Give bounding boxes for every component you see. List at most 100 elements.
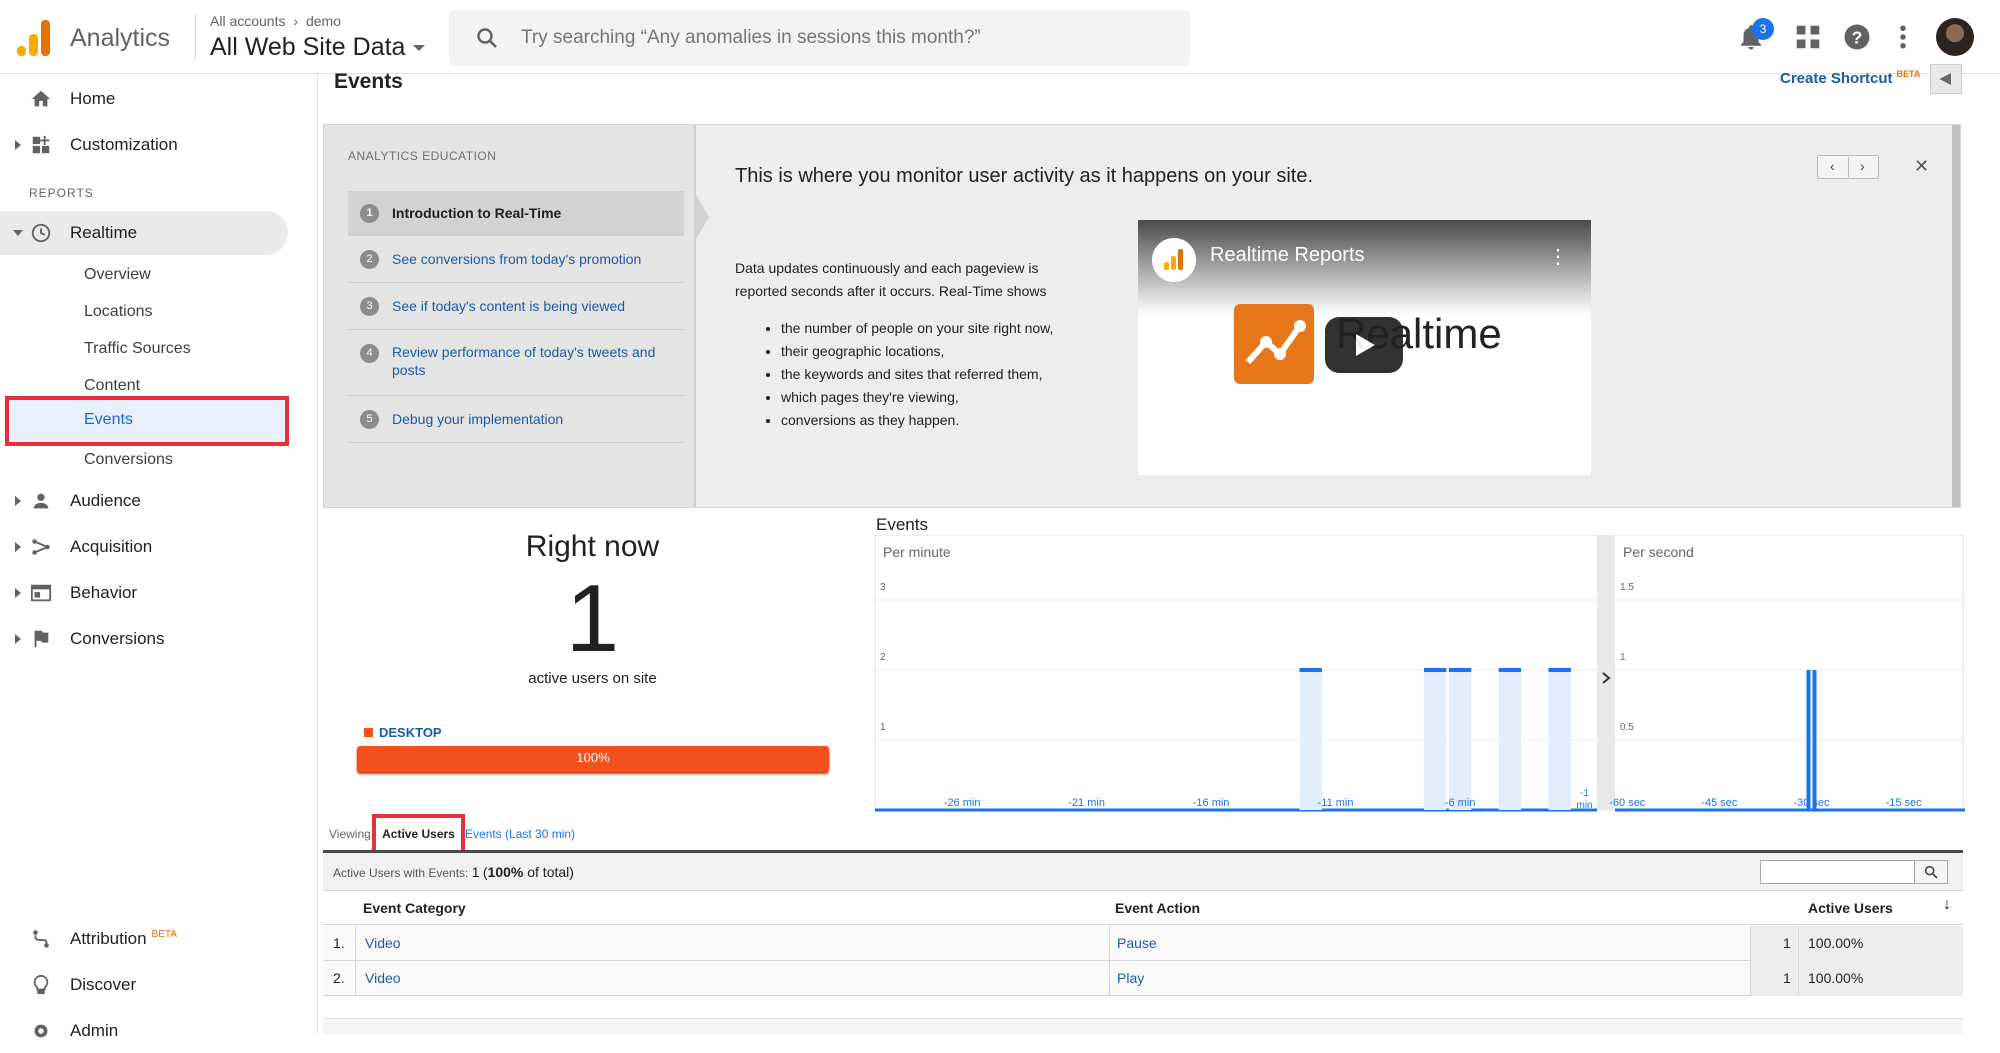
sidebar-item-audience[interactable]: Audience xyxy=(0,479,290,523)
breadcrumb[interactable]: All accounts › demo xyxy=(210,13,341,29)
scrollbar[interactable] xyxy=(1952,125,1960,507)
y-tick-label: 1 xyxy=(880,722,886,733)
row-index: 1. xyxy=(333,935,345,951)
sidebar-item-acquisition[interactable]: Acquisition xyxy=(0,525,290,569)
education-step-4[interactable]: 4 Review performance of today's tweets a… xyxy=(348,330,684,396)
active-users-count: 1 xyxy=(565,565,620,672)
active-users-value: 1 xyxy=(1783,935,1791,951)
sidebar-item-label: Admin xyxy=(70,1021,119,1040)
close-icon[interactable]: ✕ xyxy=(1914,156,1929,177)
summary-label: Active Users with Events: 1 (100% of tot… xyxy=(333,864,574,880)
sidebar-item-label: Home xyxy=(70,89,116,108)
event-category-link[interactable]: Video xyxy=(365,970,401,986)
step-number: 1 xyxy=(360,204,379,223)
sidebar-item-label: Discover xyxy=(70,975,137,994)
step-text: See if today's content is being viewed xyxy=(392,298,626,314)
table-search-input[interactable] xyxy=(1760,860,1915,884)
column-header-event-category[interactable]: Event Category xyxy=(363,900,466,916)
beta-badge: BETA xyxy=(1896,69,1921,79)
legend-swatch xyxy=(364,728,373,737)
column-header-event-action[interactable]: Event Action xyxy=(1115,900,1200,916)
sort-down-icon[interactable]: ↓ xyxy=(1943,896,1951,914)
sidebar-item-conversions[interactable]: Conversions xyxy=(0,617,290,661)
sidebar-item-home[interactable]: Home xyxy=(0,77,290,121)
tab-events-last-30[interactable]: Events (Last 30 min) xyxy=(465,827,575,841)
realtime-logo-icon xyxy=(1234,304,1314,384)
property-selector[interactable]: All Web Site Data xyxy=(210,33,426,62)
chart-subtitle: Per minute xyxy=(883,544,951,560)
more-vertical-icon[interactable] xyxy=(1888,22,1918,52)
table-row[interactable]: 2. Video Play 1 100.00% xyxy=(323,961,1963,996)
sidebar-item-discover[interactable]: Discover xyxy=(0,963,290,1007)
step-text: Introduction to Real-Time xyxy=(392,205,562,221)
event-action-link[interactable]: Pause xyxy=(1117,935,1157,951)
education-step-3[interactable]: 3 See if today's content is being viewed xyxy=(348,283,684,330)
sidebar-item-realtime[interactable]: Realtime xyxy=(0,211,288,255)
bar-fill xyxy=(1299,670,1322,810)
sidebar-item-admin[interactable]: Admin xyxy=(0,1009,290,1053)
sidebar-item-traffic-sources[interactable]: Traffic Sources xyxy=(84,330,191,367)
analytics-logo[interactable] xyxy=(17,20,51,56)
breadcrumb-root[interactable]: All accounts xyxy=(210,13,285,29)
prev-button[interactable]: ‹ xyxy=(1830,158,1835,174)
divider xyxy=(1750,961,1751,996)
education-panel: ANALYTICS EDUCATION 1 Introduction to Re… xyxy=(323,124,1961,508)
sidebar-item-locations[interactable]: Locations xyxy=(84,293,153,330)
list-item: conversions as they happen. xyxy=(765,409,1053,432)
y-tick-label: 3 xyxy=(880,582,886,593)
event-action-link[interactable]: Play xyxy=(1117,970,1144,986)
next-button[interactable]: › xyxy=(1860,158,1865,174)
search-bar[interactable] xyxy=(449,10,1190,66)
bar-fill xyxy=(1448,670,1472,810)
divider xyxy=(1798,961,1799,996)
video-player[interactable]: Realtime Reports ⋮ Realtime xyxy=(1138,220,1591,475)
list-item: the number of people on your site right … xyxy=(765,317,1053,340)
play-icon[interactable] xyxy=(1325,317,1403,373)
expand-arrow-icon xyxy=(15,140,21,150)
avatar[interactable] xyxy=(1936,18,1974,56)
apps-grid-icon[interactable] xyxy=(1793,22,1823,52)
breadcrumb-account[interactable]: demo xyxy=(306,13,341,29)
table-search-button[interactable] xyxy=(1914,860,1948,884)
beta-badge: BETA xyxy=(151,929,177,941)
bar xyxy=(1498,668,1522,672)
sidebar-item-overview[interactable]: Overview xyxy=(84,256,151,293)
help-icon[interactable]: ? xyxy=(1842,22,1872,52)
summary-label-text: Active Users with Events: xyxy=(333,866,469,880)
divider xyxy=(355,926,356,961)
bar xyxy=(1423,668,1447,672)
step-text: Debug your implementation xyxy=(392,411,564,427)
search-icon xyxy=(477,28,497,48)
event-category-link[interactable]: Video xyxy=(365,935,401,951)
sidebar-item-behavior[interactable]: Behavior xyxy=(0,571,290,615)
tab-active-users[interactable]: Active Users xyxy=(372,814,465,854)
education-step-2[interactable]: 2 See conversions from today's promotion xyxy=(348,236,684,283)
sidebar-item-events[interactable]: Events xyxy=(5,396,289,446)
x-tick-label: -60 sec xyxy=(1609,797,1646,809)
active-users-value: 1 xyxy=(1783,970,1791,986)
sidebar-item-customization[interactable]: Customization xyxy=(0,123,290,167)
sidebar-item-conversions-realtime[interactable]: Conversions xyxy=(84,441,173,478)
divider xyxy=(1750,926,1751,961)
product-name: Analytics xyxy=(70,24,171,52)
device-share-bar: 100% xyxy=(357,746,829,772)
x-tick-label: -21 min xyxy=(1068,797,1105,809)
create-shortcut-link[interactable]: Create Shortcut BETA xyxy=(1780,69,1920,87)
step-number: 5 xyxy=(360,410,379,429)
share-button[interactable] xyxy=(1930,64,1962,94)
person-icon xyxy=(33,493,49,509)
education-step-5[interactable]: 5 Debug your implementation xyxy=(348,396,684,443)
attribution-label: Attribution xyxy=(70,929,147,948)
table-summary: Active Users with Events: 1 (100% of tot… xyxy=(323,853,1963,891)
sidebar-item-label: Events xyxy=(84,411,133,428)
education-step-1[interactable]: 1 Introduction to Real-Time xyxy=(348,191,684,236)
table-row[interactable]: 1. Video Pause 1 100.00% xyxy=(323,926,1963,961)
more-vertical-icon[interactable]: ⋮ xyxy=(1548,244,1568,269)
chart-frame xyxy=(874,535,1964,811)
sidebar-item-attribution[interactable]: Attribution BETA xyxy=(0,917,290,961)
search-input[interactable] xyxy=(521,20,1161,56)
column-header-active-users[interactable]: Active Users xyxy=(1808,900,1893,916)
x-tick-label: -6 min xyxy=(1445,797,1476,809)
expand-arrow-icon xyxy=(15,634,21,644)
attribution-icon xyxy=(33,930,49,948)
